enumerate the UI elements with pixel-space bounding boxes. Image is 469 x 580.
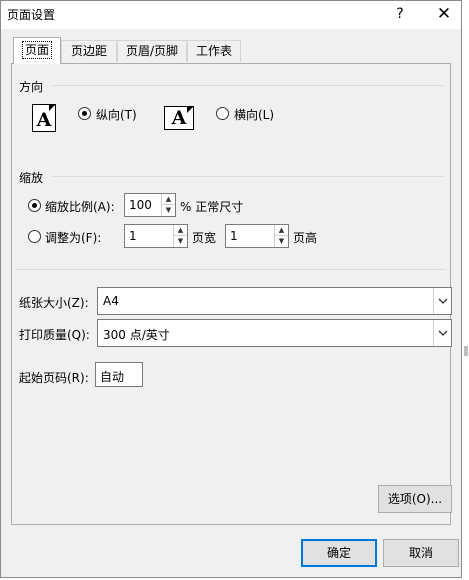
landscape-page-icon: A [164, 106, 194, 130]
landscape-radio[interactable] [216, 107, 229, 120]
help-button[interactable]: ? [387, 2, 413, 26]
fit-to-label[interactable]: 调整为(F): [45, 229, 101, 246]
scale-percent-value[interactable]: 100 [129, 198, 152, 212]
options-button[interactable]: 选项(O)... [378, 485, 452, 513]
scale-percent-stepper[interactable]: 100 ▲ ▼ [124, 193, 176, 217]
title-bar: 页面设置 ? ✕ [1, 1, 461, 29]
pages-tall-stepper[interactable]: 1 ▲ ▼ [225, 224, 289, 248]
pages-tall-value[interactable]: 1 [230, 229, 238, 243]
portrait-label[interactable]: 纵向(T) [96, 106, 137, 123]
ok-button[interactable]: 确定 [301, 539, 377, 567]
pages-tall-label: 页高 [293, 231, 318, 245]
scaling-group-label: 缩放 [19, 171, 44, 185]
first-page-number-input[interactable]: 自动 [95, 362, 143, 387]
background-fragment [464, 346, 468, 356]
chevron-down-icon[interactable] [433, 288, 451, 314]
spin-up-icon[interactable]: ▲ [174, 225, 187, 236]
cancel-button[interactable]: 取消 [383, 539, 459, 567]
divider [52, 176, 444, 177]
print-quality-label: 打印质量(Q): [19, 328, 90, 342]
print-quality-value[interactable]: 300 点/英寸 [103, 326, 170, 343]
paper-size-label: 纸张大小(Z): [19, 296, 89, 310]
adjust-to-radio[interactable] [28, 199, 41, 212]
pages-wide-label: 页宽 [192, 231, 217, 245]
landscape-label[interactable]: 横向(L) [234, 106, 274, 123]
divider [16, 269, 446, 270]
paper-size-value[interactable]: A4 [103, 294, 119, 308]
orientation-group-label: 方向 [19, 80, 44, 94]
tab-sheet[interactable]: 工作表 [187, 40, 241, 62]
portrait-radio[interactable] [78, 107, 91, 120]
spin-up-icon[interactable]: ▲ [162, 194, 175, 205]
fit-to-radio[interactable] [28, 230, 41, 243]
page-tab-panel: 方向 A 纵向(T) A 横向(L) 缩放 缩放比例(A): 100 ▲ ▼ %… [11, 63, 452, 525]
first-page-number-label: 起始页码(R): [19, 371, 89, 385]
normal-size-label: % 正常尺寸 [180, 200, 244, 214]
chevron-down-icon[interactable] [433, 320, 451, 346]
dialog-title: 页面设置 [7, 8, 56, 22]
page-setup-dialog: 页面设置 ? ✕ 页面 页边距 页眉/页脚 工作表 方向 A 纵向(T) A 横… [0, 0, 462, 578]
tab-strip: 页面 页边距 页眉/页脚 工作表 [11, 37, 451, 64]
close-button[interactable]: ✕ [429, 2, 459, 26]
spin-up-icon[interactable]: ▲ [275, 225, 288, 236]
tab-margins[interactable]: 页边距 [61, 40, 117, 62]
print-quality-dropdown[interactable]: 300 点/英寸 [97, 319, 452, 347]
tab-header-footer[interactable]: 页眉/页脚 [117, 40, 187, 62]
paper-size-dropdown[interactable]: A4 [97, 287, 452, 315]
portrait-page-icon: A [32, 104, 56, 132]
adjust-to-label[interactable]: 缩放比例(A): [45, 198, 115, 215]
tab-page[interactable]: 页面 [13, 37, 61, 64]
pages-wide-stepper[interactable]: 1 ▲ ▼ [124, 224, 188, 248]
divider [52, 85, 444, 86]
pages-wide-value[interactable]: 1 [129, 229, 137, 243]
spin-down-icon[interactable]: ▼ [275, 236, 288, 247]
spin-down-icon[interactable]: ▼ [162, 205, 175, 216]
spin-down-icon[interactable]: ▼ [174, 236, 187, 247]
